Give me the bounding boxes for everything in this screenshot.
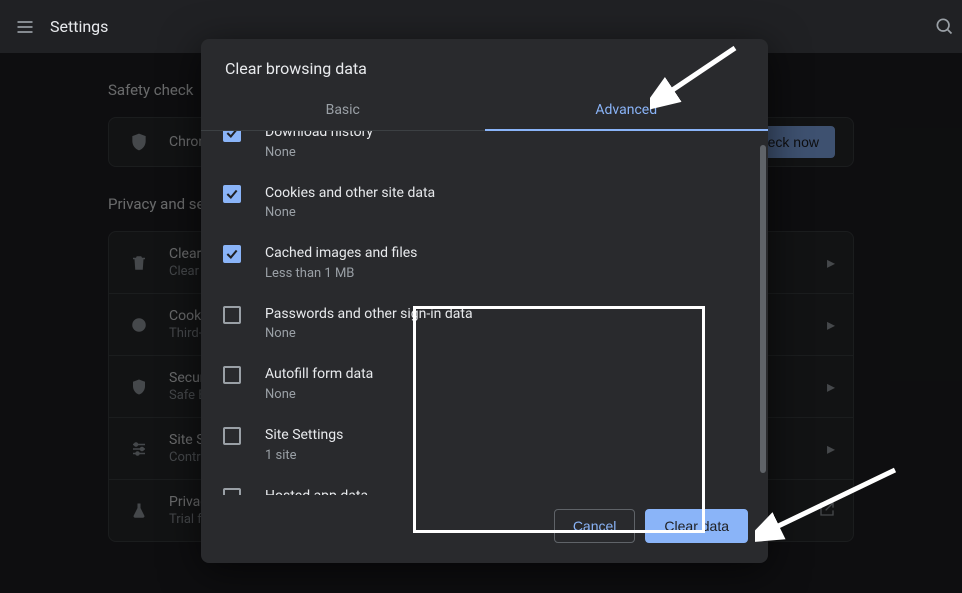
checkbox[interactable] (223, 185, 241, 203)
option-subtitle: Less than 1 MB (265, 266, 417, 281)
option-row[interactable]: Autofill form data None (201, 353, 760, 414)
dialog-body: Download historyNoneCookies and other si… (201, 131, 768, 495)
checkbox[interactable] (223, 306, 241, 324)
option-title: Autofill form data (265, 365, 373, 385)
option-row[interactable]: Cached images and files Less than 1 MB (201, 232, 760, 293)
option-row[interactable]: Hosted app data1 app (Web Store) (201, 475, 760, 495)
option-subtitle: None (265, 145, 373, 160)
flask-icon (127, 502, 151, 520)
option-title: Passwords and other sign-in data (265, 305, 473, 325)
menu-icon[interactable] (14, 16, 36, 38)
dialog-title: Clear browsing data (201, 39, 768, 90)
option-title: Cookies and other site data (265, 184, 435, 204)
option-title: Cached images and files (265, 244, 417, 264)
chevron-right-icon: ▸ (827, 439, 835, 458)
checkbox[interactable] (223, 131, 241, 142)
shield-icon (127, 132, 151, 152)
trash-icon (127, 254, 151, 272)
cancel-button[interactable]: Cancel (554, 509, 636, 543)
clear-data-button[interactable]: Clear data (645, 509, 748, 543)
option-subtitle: None (265, 205, 435, 220)
tab-basic[interactable]: Basic (201, 90, 485, 130)
options-scroll[interactable]: Download historyNoneCookies and other si… (201, 131, 760, 495)
scrollbar[interactable] (760, 145, 766, 473)
chevron-right-icon: ▸ (827, 315, 835, 334)
checkbox[interactable] (223, 488, 241, 495)
dialog-tabs: Basic Advanced (201, 90, 768, 131)
option-subtitle: None (265, 326, 473, 341)
option-row[interactable]: Passwords and other sign-in dataNone (201, 293, 760, 354)
checkbox[interactable] (223, 427, 241, 445)
cookie-icon (127, 316, 151, 334)
tab-advanced[interactable]: Advanced (485, 90, 769, 130)
option-subtitle: None (265, 387, 373, 402)
chevron-right-icon: ▸ (827, 253, 835, 272)
option-title: Download history (265, 131, 373, 143)
search-icon[interactable] (934, 16, 954, 40)
checkbox[interactable] (223, 245, 241, 263)
tune-icon (127, 440, 151, 458)
chevron-right-icon: ▸ (827, 377, 835, 396)
external-link-icon (819, 501, 835, 521)
option-title: Site Settings (265, 426, 343, 446)
shield-icon (127, 378, 151, 396)
option-row[interactable]: Download history None (201, 131, 760, 172)
option-row[interactable]: Site Settings 1 site (201, 414, 760, 475)
option-subtitle: 1 site (265, 448, 343, 463)
option-row[interactable]: Cookies and other site dataNone (201, 172, 760, 233)
checkbox[interactable] (223, 366, 241, 384)
option-title: Hosted app data (265, 487, 369, 495)
clear-browsing-data-dialog: Clear browsing data Basic Advanced Downl… (201, 39, 768, 563)
dialog-footer: Cancel Clear data (201, 495, 768, 563)
page-title: Settings (50, 17, 108, 36)
